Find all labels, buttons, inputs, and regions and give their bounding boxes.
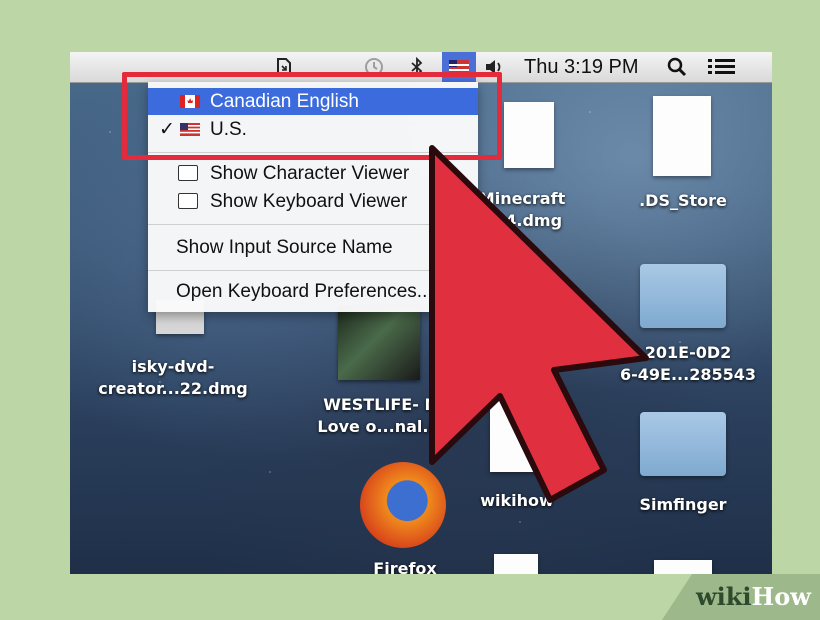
screenshot-frame: Minecraft .6.4.dmg .DS_Store 201E-0D2 6-… [70,52,772,574]
watermark-how: How [751,582,811,611]
annotation-arrow-icon [429,145,649,503]
watermark-wiki: wiki [696,582,752,611]
wikihow-watermark: wikiHow [662,574,820,620]
watermark-text: wikiHow [696,582,811,611]
